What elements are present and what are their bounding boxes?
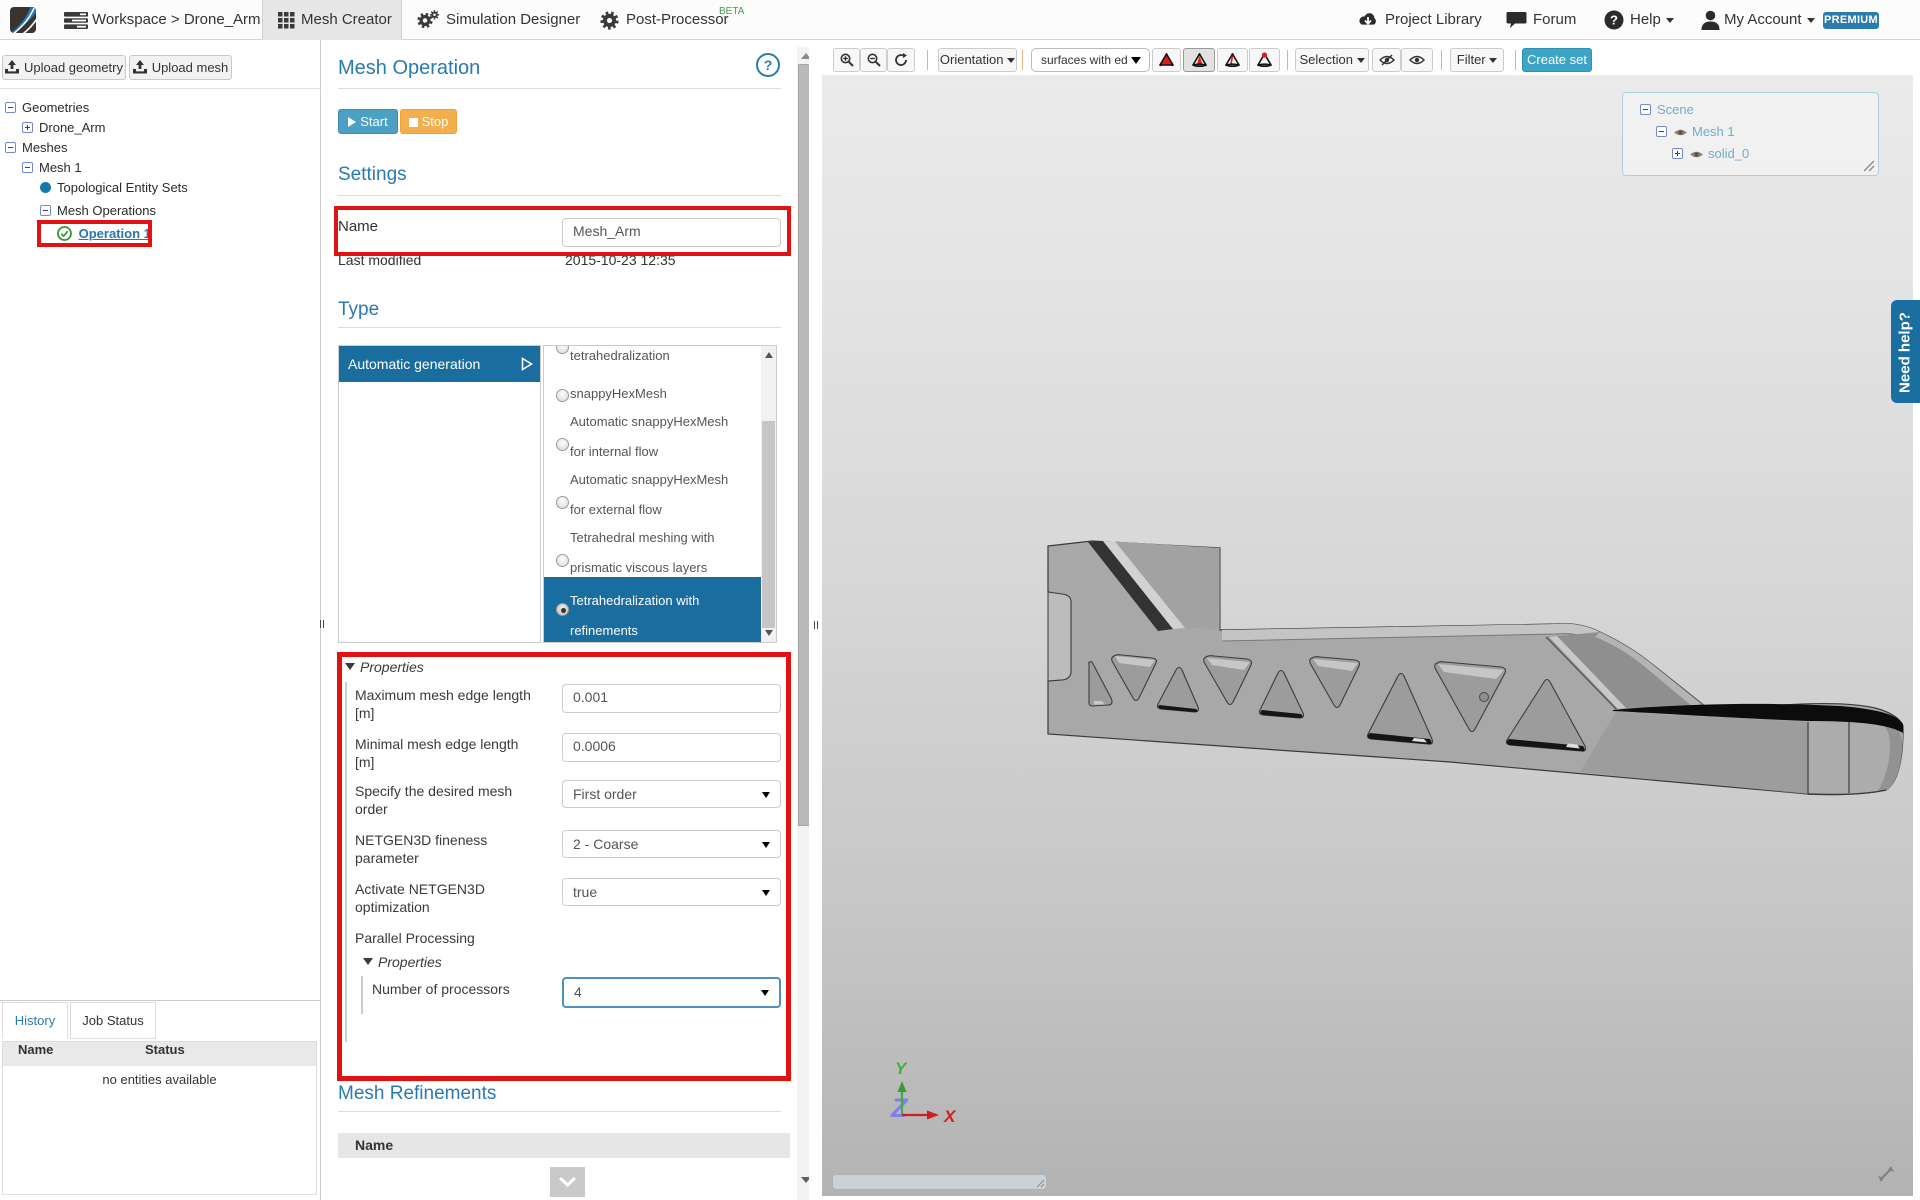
svg-text:Y: Y [895, 1059, 908, 1078]
svg-text:Z: Z [890, 1093, 909, 1123]
svg-text:X: X [943, 1107, 957, 1126]
svg-text:?: ? [1610, 13, 1618, 28]
